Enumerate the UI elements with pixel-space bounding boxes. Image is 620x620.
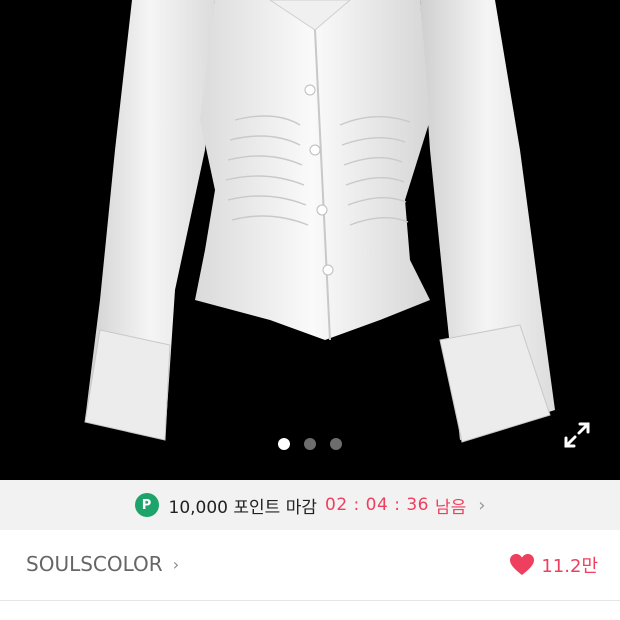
- heart-icon: [510, 554, 535, 575]
- seller-name: SOULSCOLOR: [26, 552, 163, 576]
- product-image-gallery[interactable]: [0, 0, 620, 480]
- points-text: 10,000 포인트 마감: [168, 497, 318, 518]
- carousel-dot[interactable]: [330, 438, 342, 450]
- carousel-dot-active[interactable]: [278, 438, 290, 450]
- product-image: [84, 0, 555, 443]
- carousel-indicator: [0, 438, 620, 450]
- points-deadline-banner[interactable]: P 10,000 포인트 마감 02 : 04 : 36 남음 ›: [0, 480, 620, 530]
- points-badge-icon: P: [134, 493, 159, 517]
- countdown-timer: 02 : 04 : 36: [325, 495, 429, 515]
- chevron-right-icon: ›: [172, 554, 180, 574]
- divider: [0, 600, 620, 601]
- seller-row: SOULSCOLOR › 11.2만: [0, 530, 620, 600]
- seller-link[interactable]: SOULSCOLOR ›: [26, 552, 179, 576]
- carousel-dot[interactable]: [304, 438, 316, 450]
- like-button[interactable]: 11.2만: [509, 552, 598, 578]
- expand-icon[interactable]: [560, 418, 594, 452]
- chevron-right-icon: ›: [478, 494, 486, 516]
- remaining-label: 남음: [434, 497, 467, 518]
- like-count: 11.2만: [541, 556, 598, 577]
